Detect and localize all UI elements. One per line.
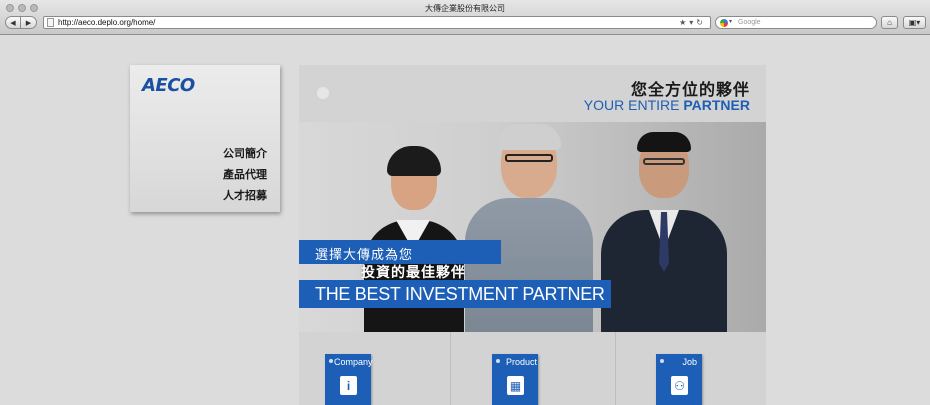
chip-icon: ▦: [507, 376, 524, 395]
page-icon: [47, 18, 54, 27]
home-button[interactable]: ⌂: [881, 16, 898, 29]
job-tile-label: Job: [682, 357, 697, 367]
forward-arrow-icon: ▶: [25, 19, 32, 27]
bookmarks-icon: ▣▾: [908, 18, 921, 27]
home-icon: ⌂: [887, 18, 892, 27]
google-icon: [720, 19, 728, 27]
aeco-logo[interactable]: AECO: [142, 75, 195, 96]
header-title-en: YOUR ENTIRE PARTNER: [584, 97, 750, 113]
hero-line-3: THE BEST INVESTMENT PARTNER: [315, 284, 605, 304]
product-tile[interactable]: Product ▦: [492, 354, 538, 405]
url-text: http://aeco.deplo.org/home/: [58, 18, 156, 27]
search-input[interactable]: ▾ Google: [715, 16, 877, 29]
window-title: 大傳企業股份有限公司: [425, 4, 505, 13]
header-title-en-prefix: YOUR ENTIRE: [583, 97, 684, 113]
info-icon: i: [340, 376, 357, 395]
company-tile-label: Company: [334, 357, 373, 367]
decorative-dot-icon: [317, 87, 329, 99]
hero-band-3: THE BEST INVESTMENT PARTNER: [299, 280, 611, 308]
forward-button[interactable]: ▶: [21, 16, 37, 29]
nav-buttons: ◀ ▶: [5, 16, 37, 29]
back-arrow-icon: ◀: [10, 19, 16, 27]
hero-band-2: 投資的最佳夥伴: [347, 260, 487, 282]
bookmark-star-icon[interactable]: ★: [679, 18, 689, 27]
card-product: Product ▦: [450, 332, 605, 405]
bullet-icon: [496, 359, 500, 363]
sidebar-menu: 公司簡介 產品代理 人才招募: [223, 146, 267, 209]
side-panel: AECO 公司簡介 產品代理 人才招募: [130, 65, 280, 212]
browser-chrome: 大傳企業股份有限公司 ◀ ▶ http://aeco.deplo.org/hom…: [0, 0, 930, 35]
people-icon: ⚇: [671, 376, 688, 395]
person-man-suit-image: [599, 132, 729, 332]
hero-banner: 選擇大傳成為您 THE BEST INVESTMENT PARTNER 投資的最…: [299, 122, 766, 332]
sidebar-item-product-agency[interactable]: 產品代理: [223, 167, 267, 188]
url-tools: ★▾↻: [679, 17, 706, 28]
card-company: Company i: [299, 332, 454, 405]
main-header: 您全方位的夥伴 YOUR ENTIRE PARTNER: [299, 65, 766, 122]
sidebar-item-company-profile[interactable]: 公司簡介: [223, 146, 267, 167]
sidebar-item-recruitment[interactable]: 人才招募: [223, 188, 267, 209]
search-placeholder: Google: [738, 19, 761, 26]
back-button[interactable]: ◀: [5, 16, 21, 29]
card-job: Job ⚇: [615, 332, 770, 405]
hero-line-2: 投資的最佳夥伴: [361, 264, 466, 280]
header-title-en-bold: PARTNER: [683, 97, 750, 113]
reload-icon[interactable]: ↻: [696, 18, 706, 27]
bookmarks-button[interactable]: ▣▾: [903, 16, 926, 29]
bullet-icon: [660, 359, 664, 363]
job-tile[interactable]: Job ⚇: [656, 354, 702, 405]
search-engine-dropdown-icon[interactable]: ▾: [729, 17, 732, 28]
company-tile[interactable]: Company i: [325, 354, 373, 405]
address-bar[interactable]: http://aeco.deplo.org/home/ ★▾↻: [43, 16, 711, 29]
bullet-icon: [329, 359, 333, 363]
feature-cards: Company i Product ▦ Job ⚇: [299, 332, 766, 405]
product-tile-label: Product: [506, 357, 538, 367]
